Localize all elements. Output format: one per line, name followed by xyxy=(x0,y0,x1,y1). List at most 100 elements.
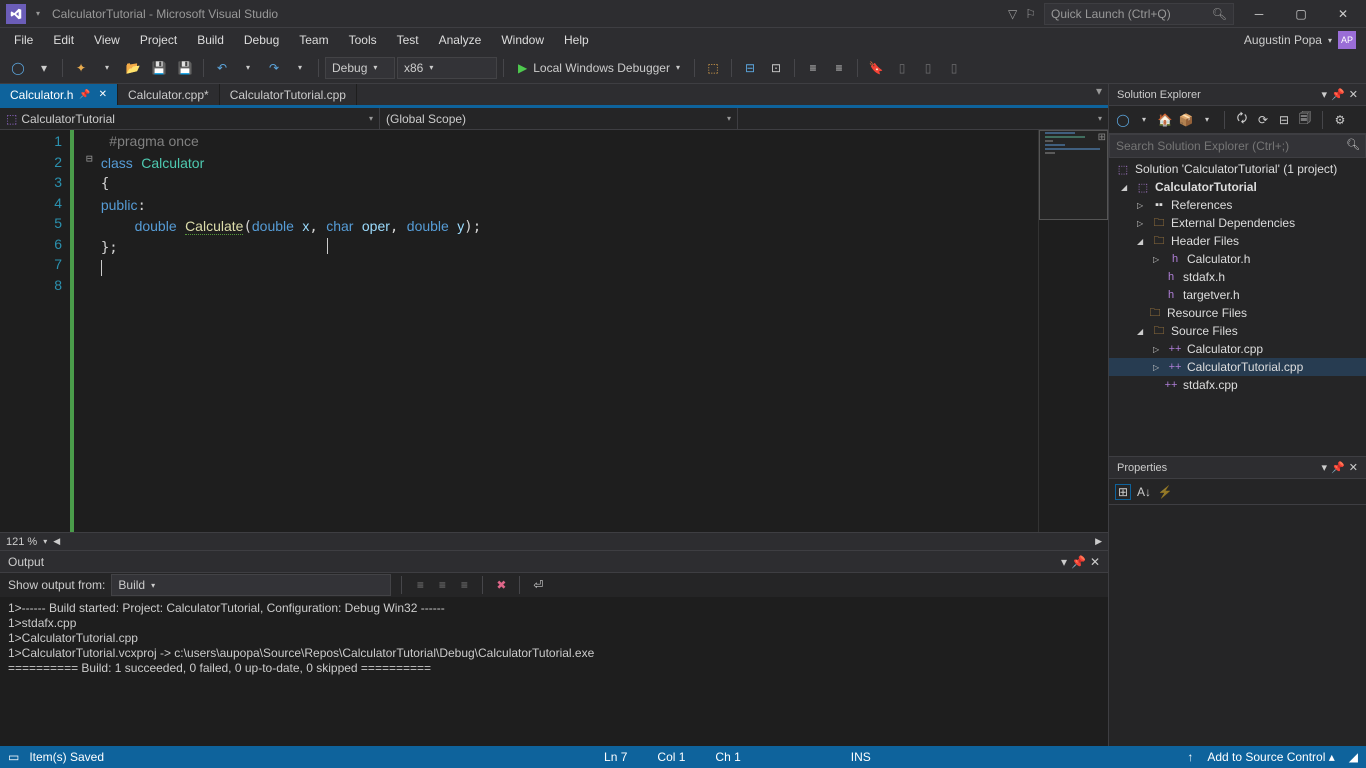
menu-help[interactable]: Help xyxy=(554,31,599,49)
tree-references[interactable]: ▷▪▪References xyxy=(1109,196,1366,214)
tool-btn[interactable]: ≡ xyxy=(412,577,428,593)
notification-icon[interactable]: ▽ xyxy=(1008,7,1017,21)
properties-icon[interactable]: ⚙ xyxy=(1332,112,1348,128)
events-icon[interactable]: ⚡ xyxy=(1157,484,1173,500)
zoom-level[interactable]: 121 % xyxy=(6,536,37,548)
tree-resource[interactable]: 🗀Resource Files xyxy=(1109,304,1366,322)
show-all-icon[interactable]: 🗐 xyxy=(1297,112,1313,128)
tab-tutorial-cpp[interactable]: CalculatorTutorial.cpp xyxy=(220,84,357,105)
quick-launch-input[interactable]: Quick Launch (Ctrl+Q) 🔍︎ xyxy=(1044,3,1234,25)
dropdown-icon[interactable]: ▾ xyxy=(1061,555,1067,569)
forward-button[interactable]: ▾ xyxy=(32,56,56,80)
dd-icon[interactable]: ▾ xyxy=(288,56,312,80)
flag-icon[interactable]: ⚐ xyxy=(1025,7,1036,21)
tree-file[interactable]: ▷hCalculator.h xyxy=(1109,250,1366,268)
source-control-button[interactable]: Add to Source Control ▴ xyxy=(1207,750,1334,764)
new-project-button[interactable]: ✦ xyxy=(69,56,93,80)
close-icon[interactable]: ✕ xyxy=(1090,555,1100,569)
pin-icon[interactable]: 📌 xyxy=(1331,88,1345,101)
tool-btn[interactable]: ▯ xyxy=(942,56,966,80)
output-text[interactable]: 1>------ Build started: Project: Calcula… xyxy=(0,597,1108,746)
tree-project[interactable]: ◢⬚CalculatorTutorial xyxy=(1109,178,1366,196)
tree-file-selected[interactable]: ▷++CalculatorTutorial.cpp xyxy=(1109,358,1366,376)
user-name[interactable]: Augustin Popa xyxy=(1244,33,1322,47)
dd-icon[interactable]: ▾ xyxy=(95,56,119,80)
save-all-button[interactable]: 💾 xyxy=(173,56,197,80)
tree-solution[interactable]: ⬚Solution 'CalculatorTutorial' (1 projec… xyxy=(1109,160,1366,178)
wrap-button[interactable]: ⏎ xyxy=(530,577,546,593)
alpha-icon[interactable]: A↓ xyxy=(1136,484,1152,500)
dd-icon[interactable]: ▾ xyxy=(236,56,260,80)
outline-toggle-icon[interactable]: ⊟ xyxy=(86,152,93,165)
close-button[interactable]: ✕ xyxy=(1326,1,1360,27)
dropdown-icon[interactable]: ▾ xyxy=(1322,461,1328,474)
outdent-button[interactable]: ≡ xyxy=(827,56,851,80)
dropdown-icon[interactable]: ▾ xyxy=(1322,88,1328,101)
solution-tree[interactable]: ⬚Solution 'CalculatorTutorial' (1 projec… xyxy=(1109,158,1366,456)
bookmark-button[interactable]: 🔖 xyxy=(864,56,888,80)
redo-button[interactable]: ↷ xyxy=(262,56,286,80)
open-button[interactable]: 📂 xyxy=(121,56,145,80)
scope-icon[interactable]: 📦 xyxy=(1178,112,1194,128)
sync-icon[interactable]: 🗘 xyxy=(1234,112,1250,128)
undo-button[interactable]: ↶ xyxy=(210,56,234,80)
menu-build[interactable]: Build xyxy=(187,31,234,49)
menu-debug[interactable]: Debug xyxy=(234,31,289,49)
tree-file[interactable]: htargetver.h xyxy=(1109,286,1366,304)
save-button[interactable]: 💾 xyxy=(147,56,171,80)
menu-edit[interactable]: Edit xyxy=(43,31,84,49)
code-editor[interactable]: #pragma once class Calculator { public: … xyxy=(80,130,1038,532)
pin-icon[interactable]: 📌 xyxy=(1071,555,1086,569)
clear-button[interactable]: ✖ xyxy=(493,577,509,593)
close-icon[interactable]: ✕ xyxy=(1349,88,1358,101)
menu-test[interactable]: Test xyxy=(387,31,429,49)
categorized-icon[interactable]: ⊞ xyxy=(1115,484,1131,500)
tab-calculator-cpp[interactable]: Calculator.cpp* xyxy=(118,84,220,105)
tree-file[interactable]: hstdafx.h xyxy=(1109,268,1366,286)
menu-team[interactable]: Team xyxy=(289,31,338,49)
collapse-icon[interactable]: ⊟ xyxy=(1276,112,1292,128)
comment-out-button[interactable]: ⊟ xyxy=(738,56,762,80)
pin-icon[interactable]: 📌 xyxy=(79,89,90,100)
scroll-left-icon[interactable]: ◀ xyxy=(53,536,60,547)
menu-analyze[interactable]: Analyze xyxy=(429,31,492,49)
tool-btn[interactable]: ▯ xyxy=(890,56,914,80)
tab-calculator-h[interactable]: Calculator.h📌✕ xyxy=(0,84,118,105)
dropdown-icon[interactable]: ▾ xyxy=(36,9,40,18)
close-icon[interactable]: ✕ xyxy=(99,89,107,100)
maximize-button[interactable]: ▢ xyxy=(1284,1,1318,27)
solution-search[interactable]: 🔍︎ xyxy=(1109,134,1366,158)
scroll-right-icon[interactable]: ▶ xyxy=(1095,536,1102,547)
output-source-combo[interactable]: Build xyxy=(111,574,391,596)
menu-tools[interactable]: Tools xyxy=(339,31,387,49)
back-button[interactable]: ◯ xyxy=(6,56,30,80)
tree-headers[interactable]: ◢🗀Header Files xyxy=(1109,232,1366,250)
minimap[interactable]: ⊞ xyxy=(1038,130,1108,532)
menu-view[interactable]: View xyxy=(84,31,130,49)
tree-external[interactable]: ▷🗀External Dependencies xyxy=(1109,214,1366,232)
menu-file[interactable]: File xyxy=(4,31,43,49)
tree-sources[interactable]: ◢🗀Source Files xyxy=(1109,322,1366,340)
tool-btn[interactable]: ▯ xyxy=(916,56,940,80)
menu-project[interactable]: Project xyxy=(130,31,187,49)
back-icon[interactable]: ◯ xyxy=(1115,112,1131,128)
nav-project[interactable]: ⬚CalculatorTutorial xyxy=(0,108,380,129)
publish-icon[interactable]: ↑ xyxy=(1187,750,1193,764)
tool-btn[interactable]: ⬚ xyxy=(701,56,725,80)
config-combo[interactable]: Debug xyxy=(325,57,395,79)
menu-window[interactable]: Window xyxy=(491,31,554,49)
indent-button[interactable]: ≡ xyxy=(801,56,825,80)
home-icon[interactable]: 🏠 xyxy=(1157,112,1173,128)
pin-icon[interactable]: 📌 xyxy=(1331,461,1345,474)
tool-btn[interactable]: ≡ xyxy=(434,577,450,593)
refresh-icon[interactable]: ⟳ xyxy=(1255,112,1271,128)
minimize-button[interactable]: ─ xyxy=(1242,1,1276,27)
platform-combo[interactable]: x86 xyxy=(397,57,497,79)
close-icon[interactable]: ✕ xyxy=(1349,461,1358,474)
dd-icon[interactable]: ▾ xyxy=(1199,112,1215,128)
uncomment-button[interactable]: ⊡ xyxy=(764,56,788,80)
dd-icon[interactable]: ▾ xyxy=(1136,112,1152,128)
nav-member[interactable] xyxy=(738,108,1108,129)
nav-scope[interactable]: (Global Scope) xyxy=(380,108,738,129)
resize-grip-icon[interactable]: ◢ xyxy=(1349,750,1358,764)
